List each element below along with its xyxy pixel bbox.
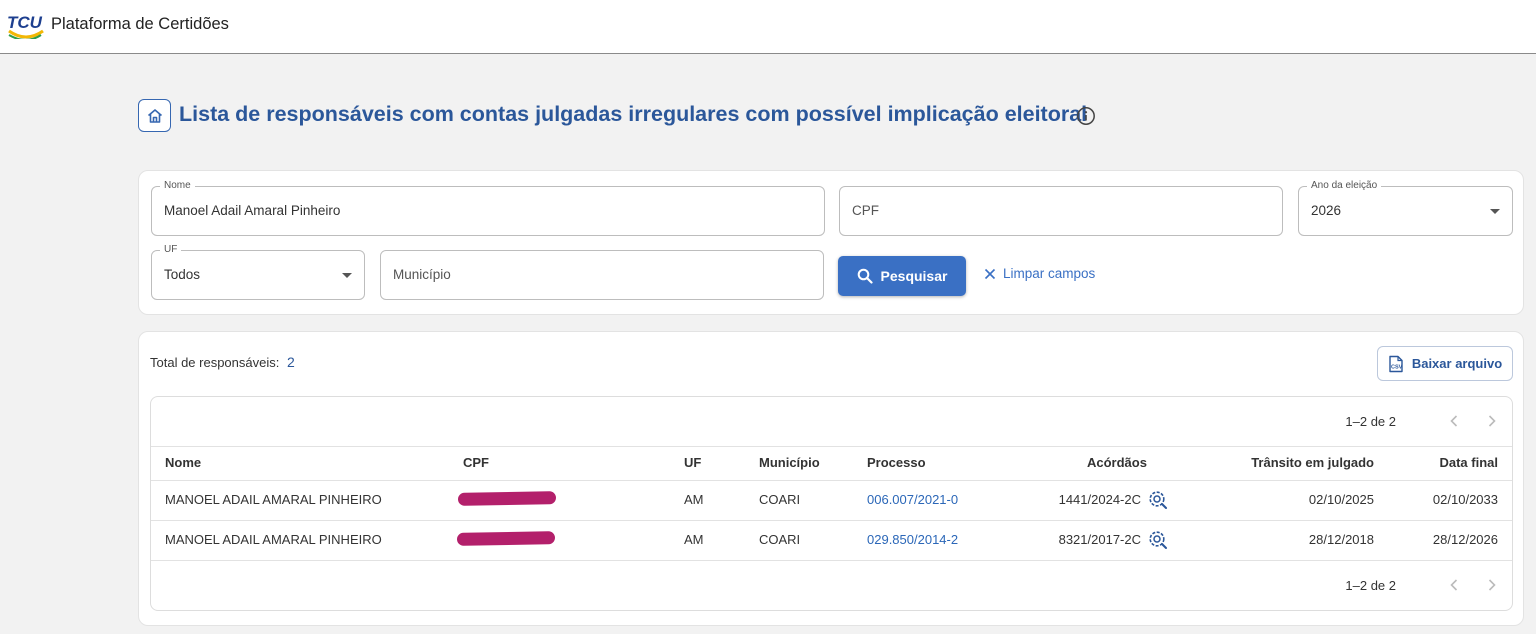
home-icon xyxy=(147,108,162,123)
ano-eleicao-label: Ano da eleição xyxy=(1307,179,1382,193)
close-icon xyxy=(984,268,996,279)
chevron-right-icon xyxy=(1488,415,1496,427)
municipio-field[interactable]: Município xyxy=(380,250,824,300)
svg-text:TCU: TCU xyxy=(7,13,43,32)
results-panel: Total de responsáveis: 2 CSV Baixar arqu… xyxy=(138,331,1524,626)
column-header-data-final[interactable]: Data final xyxy=(1439,455,1498,470)
svg-text:CSV: CSV xyxy=(1391,364,1403,370)
divider xyxy=(151,446,1512,447)
search-icon xyxy=(857,268,873,284)
uf-select[interactable]: UF Todos xyxy=(151,243,365,300)
search-document-icon[interactable] xyxy=(1148,530,1168,550)
row-transito: 02/10/2025 xyxy=(1308,492,1374,507)
app-title[interactable]: Plataforma de Certidões xyxy=(51,15,229,34)
column-header-uf[interactable]: UF xyxy=(684,455,701,470)
paginator-bottom: 1–2 de 2 xyxy=(1345,575,1498,595)
row-uf: AM xyxy=(684,492,704,507)
download-file-label: Baixar arquivo xyxy=(1411,356,1503,371)
chevron-down-icon xyxy=(342,273,352,278)
pager-range: 1–2 de 2 xyxy=(1345,577,1396,593)
previous-page-button[interactable] xyxy=(1448,575,1460,595)
row-uf: AM xyxy=(684,532,704,547)
csv-file-icon: CSV xyxy=(1389,355,1403,372)
column-header-transito[interactable]: Trânsito em julgado xyxy=(1251,455,1374,470)
row-transito: 28/12/2018 xyxy=(1308,532,1374,547)
cpf-redaction xyxy=(457,491,557,506)
next-page-button[interactable] xyxy=(1486,411,1498,431)
results-table: 1–2 de 2 Nome CPF UF Município Processo … xyxy=(150,396,1513,611)
municipio-placeholder: Município xyxy=(393,267,451,282)
column-header-nome[interactable]: Nome xyxy=(165,455,201,470)
column-header-cpf[interactable]: CPF xyxy=(463,455,489,470)
tcu-logo[interactable]: TCU xyxy=(7,9,45,39)
ano-eleicao-value: 2026 xyxy=(1311,203,1342,218)
nome-value: Manoel Adail Amaral Pinheiro xyxy=(164,203,341,218)
chevron-left-icon xyxy=(1450,415,1458,427)
column-header-municipio[interactable]: Município xyxy=(759,455,820,470)
row-municipio: COARI xyxy=(759,532,801,547)
row-data-final: 28/12/2026 xyxy=(1432,532,1498,547)
cpf-redaction xyxy=(456,531,556,546)
uf-value: Todos xyxy=(164,267,201,282)
divider xyxy=(151,480,1512,481)
clear-fields-label: Limpar campos xyxy=(1003,266,1096,281)
ano-eleicao-select[interactable]: Ano da eleição 2026 xyxy=(1298,179,1513,236)
total-label: Total de responsáveis: xyxy=(150,355,280,370)
search-button[interactable]: Pesquisar xyxy=(838,256,966,296)
divider xyxy=(151,520,1512,521)
nome-field[interactable]: Nome Manoel Adail Amaral Pinheiro xyxy=(151,179,825,236)
column-header-acordaos[interactable]: Acórdãos xyxy=(1087,455,1147,470)
cpf-field[interactable]: CPF xyxy=(839,186,1283,236)
page-title: Lista de responsáveis com contas julgada… xyxy=(179,102,1088,126)
home-button[interactable] xyxy=(138,99,171,132)
search-document-icon[interactable] xyxy=(1148,490,1168,510)
pager-range: 1–2 de 2 xyxy=(1345,413,1396,429)
cpf-placeholder: CPF xyxy=(852,203,879,218)
nome-label: Nome xyxy=(160,179,195,193)
paginator-top: 1–2 de 2 xyxy=(1345,411,1498,431)
previous-page-button[interactable] xyxy=(1448,411,1460,431)
processo-link[interactable]: 006.007/2021-0 xyxy=(867,492,958,507)
search-button-label: Pesquisar xyxy=(880,268,948,284)
next-page-button[interactable] xyxy=(1486,575,1498,595)
row-nome: MANOEL ADAIL AMARAL PINHEIRO xyxy=(165,492,382,507)
processo-link[interactable]: 029.850/2014-2 xyxy=(867,532,958,547)
total-count: 2 xyxy=(287,354,295,370)
clear-fields-button[interactable]: Limpar campos xyxy=(984,266,1095,281)
chevron-right-icon xyxy=(1488,579,1496,591)
column-header-processo[interactable]: Processo xyxy=(867,455,926,470)
chevron-left-icon xyxy=(1450,579,1458,591)
row-data-final: 02/10/2033 xyxy=(1432,492,1498,507)
top-bar: TCU Plataforma de Certidões xyxy=(0,0,1536,54)
search-filters: Nome Manoel Adail Amaral Pinheiro CPF An… xyxy=(138,170,1524,315)
row-acordao: 8321/2017-2C xyxy=(1058,532,1141,547)
row-acordao: 1441/2024-2C xyxy=(1058,492,1141,507)
divider xyxy=(151,560,1512,561)
row-municipio: COARI xyxy=(759,492,801,507)
download-file-button[interactable]: CSV Baixar arquivo xyxy=(1377,346,1513,381)
chevron-down-icon xyxy=(1490,209,1500,214)
row-nome: MANOEL ADAIL AMARAL PINHEIRO xyxy=(165,532,382,547)
uf-label: UF xyxy=(160,243,182,257)
info-icon[interactable] xyxy=(1076,106,1096,126)
